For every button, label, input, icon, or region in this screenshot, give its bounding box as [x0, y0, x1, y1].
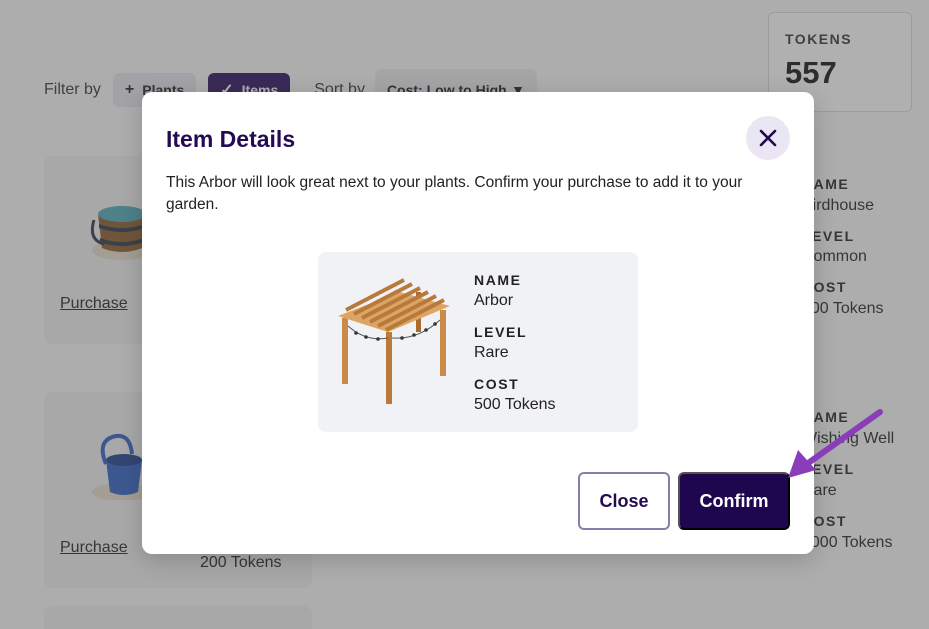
confirm-button[interactable]: Confirm — [678, 472, 790, 530]
dialog-description: This Arbor will look great next to your … — [166, 174, 743, 213]
close-dialog-button[interactable] — [746, 116, 790, 160]
item-level-heading: LEVEL — [474, 324, 528, 340]
arbor-image — [338, 278, 450, 404]
item-cost-heading: COST — [474, 376, 520, 392]
item-name: Arbor — [474, 292, 514, 309]
item-details-dialog: Item Details This Arbor will look great … — [142, 92, 814, 554]
close-icon — [759, 129, 777, 147]
dialog-title: Item Details — [166, 126, 296, 152]
item-cost: 500 Tokens — [474, 396, 556, 413]
annotation-arrow-icon — [788, 409, 883, 478]
item-level: Rare — [474, 344, 509, 361]
item-detail-card: NAME Arbor LEVEL Rare COST 500 Tokens — [318, 252, 638, 432]
item-name-heading: NAME — [474, 272, 522, 288]
close-button[interactable]: Close — [578, 472, 670, 530]
